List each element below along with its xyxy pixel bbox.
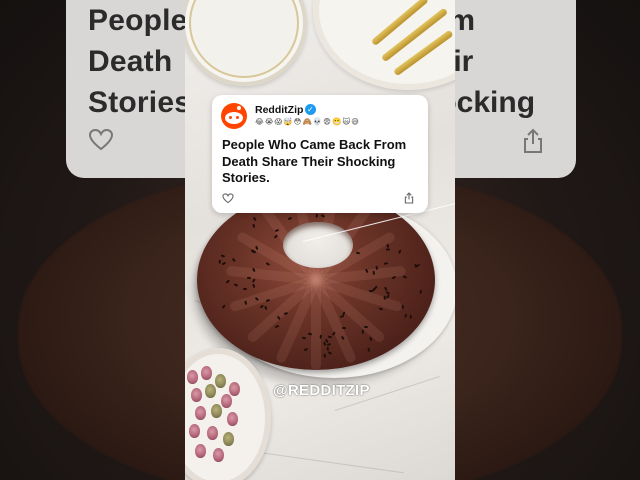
backdrop-share-icon bbox=[524, 128, 542, 153]
avatar-eye bbox=[229, 116, 232, 119]
sprinkle bbox=[327, 346, 330, 351]
backdrop-heart-icon bbox=[88, 128, 114, 151]
sprinkle bbox=[385, 248, 390, 251]
dried-rosebud bbox=[195, 406, 206, 420]
dried-rosebud bbox=[213, 448, 224, 462]
emoji-line: 😂😭😱🤯😳🙈💀😨😬🙀😅 bbox=[255, 117, 360, 126]
dried-rosebud bbox=[201, 366, 212, 380]
sprinkle bbox=[220, 254, 225, 258]
sprinkle bbox=[378, 307, 383, 311]
check-badge-icon: ✓ bbox=[305, 104, 316, 115]
sprinkle bbox=[414, 263, 418, 268]
sprinkle bbox=[391, 275, 396, 279]
sprinkle bbox=[420, 289, 422, 294]
dried-rosebud bbox=[205, 384, 216, 398]
sprinkle bbox=[259, 305, 264, 310]
sprinkle bbox=[386, 290, 391, 295]
sprinkle bbox=[226, 279, 231, 284]
sprinkle bbox=[222, 304, 227, 309]
account-avatar[interactable] bbox=[221, 103, 247, 129]
sprinkle bbox=[265, 261, 270, 266]
sprinkle bbox=[375, 266, 378, 271]
sprinkle bbox=[398, 249, 402, 255]
dried-rosebud bbox=[223, 432, 234, 446]
sprinkle bbox=[232, 258, 237, 263]
account-name[interactable]: RedditZip bbox=[255, 104, 303, 116]
dried-rosebud bbox=[229, 382, 240, 396]
sprinkle bbox=[243, 287, 248, 290]
dried-rosebud bbox=[211, 404, 222, 418]
sprinkle bbox=[253, 216, 257, 221]
video-frame[interactable]: @REDDITZIP bbox=[185, 0, 455, 480]
avatar-eye bbox=[236, 116, 239, 119]
sprinkle bbox=[328, 335, 333, 338]
post-title: People Who Came Back From Death Share Th… bbox=[222, 137, 407, 185]
sprinkle bbox=[301, 336, 306, 340]
dried-rosebud bbox=[189, 424, 200, 438]
sprinkle bbox=[307, 332, 313, 335]
cake-center-hole bbox=[283, 222, 353, 268]
sprinkle bbox=[287, 217, 292, 221]
sprinkle bbox=[367, 348, 370, 353]
avatar-antenna bbox=[237, 106, 241, 110]
dried-rosebud bbox=[215, 374, 226, 388]
sprinkle bbox=[244, 300, 247, 306]
sprinkle bbox=[356, 251, 361, 254]
post-card[interactable]: RedditZip ✓ 😂😭😱🤯😳🙈💀😨😬🙀😅 People Who Came … bbox=[212, 95, 428, 213]
dried-rosebud bbox=[227, 412, 238, 426]
sprinkle bbox=[265, 299, 270, 303]
sprinkle bbox=[328, 351, 333, 355]
sprinkle bbox=[361, 330, 364, 335]
sprinkle bbox=[320, 214, 325, 218]
dried-rosebud bbox=[191, 388, 202, 402]
avatar-face bbox=[225, 112, 243, 124]
sprinkle bbox=[383, 262, 389, 265]
sprinkle bbox=[342, 311, 346, 316]
sprinkle bbox=[386, 244, 390, 249]
sprinkle bbox=[403, 275, 408, 279]
sprinkle bbox=[410, 314, 413, 319]
sprinkle bbox=[234, 283, 239, 286]
sprinkle bbox=[320, 335, 322, 340]
sprinkle bbox=[404, 314, 407, 319]
sprinkle bbox=[221, 262, 226, 266]
sprinkle bbox=[283, 312, 288, 316]
heart-outline-icon[interactable] bbox=[222, 193, 234, 204]
sprinkle bbox=[274, 325, 279, 329]
sprinkle bbox=[315, 213, 318, 219]
sprinkle bbox=[247, 276, 252, 279]
sprinkle bbox=[252, 283, 256, 288]
sprinkle bbox=[324, 353, 327, 358]
sprinkle bbox=[342, 326, 347, 329]
sprinkle bbox=[252, 224, 256, 229]
watermark-text: @REDDITZIP bbox=[273, 382, 370, 399]
sprinkle bbox=[384, 286, 388, 291]
sprinkle bbox=[264, 305, 268, 310]
dried-rosebud bbox=[187, 370, 198, 384]
sprinkle bbox=[326, 342, 331, 346]
sprinkle bbox=[303, 348, 309, 352]
sprinkle bbox=[402, 304, 405, 309]
share-icon[interactable] bbox=[404, 192, 414, 204]
dried-rosebud bbox=[207, 426, 218, 440]
dried-rosebud bbox=[195, 444, 206, 458]
dried-rosebud bbox=[221, 394, 232, 408]
